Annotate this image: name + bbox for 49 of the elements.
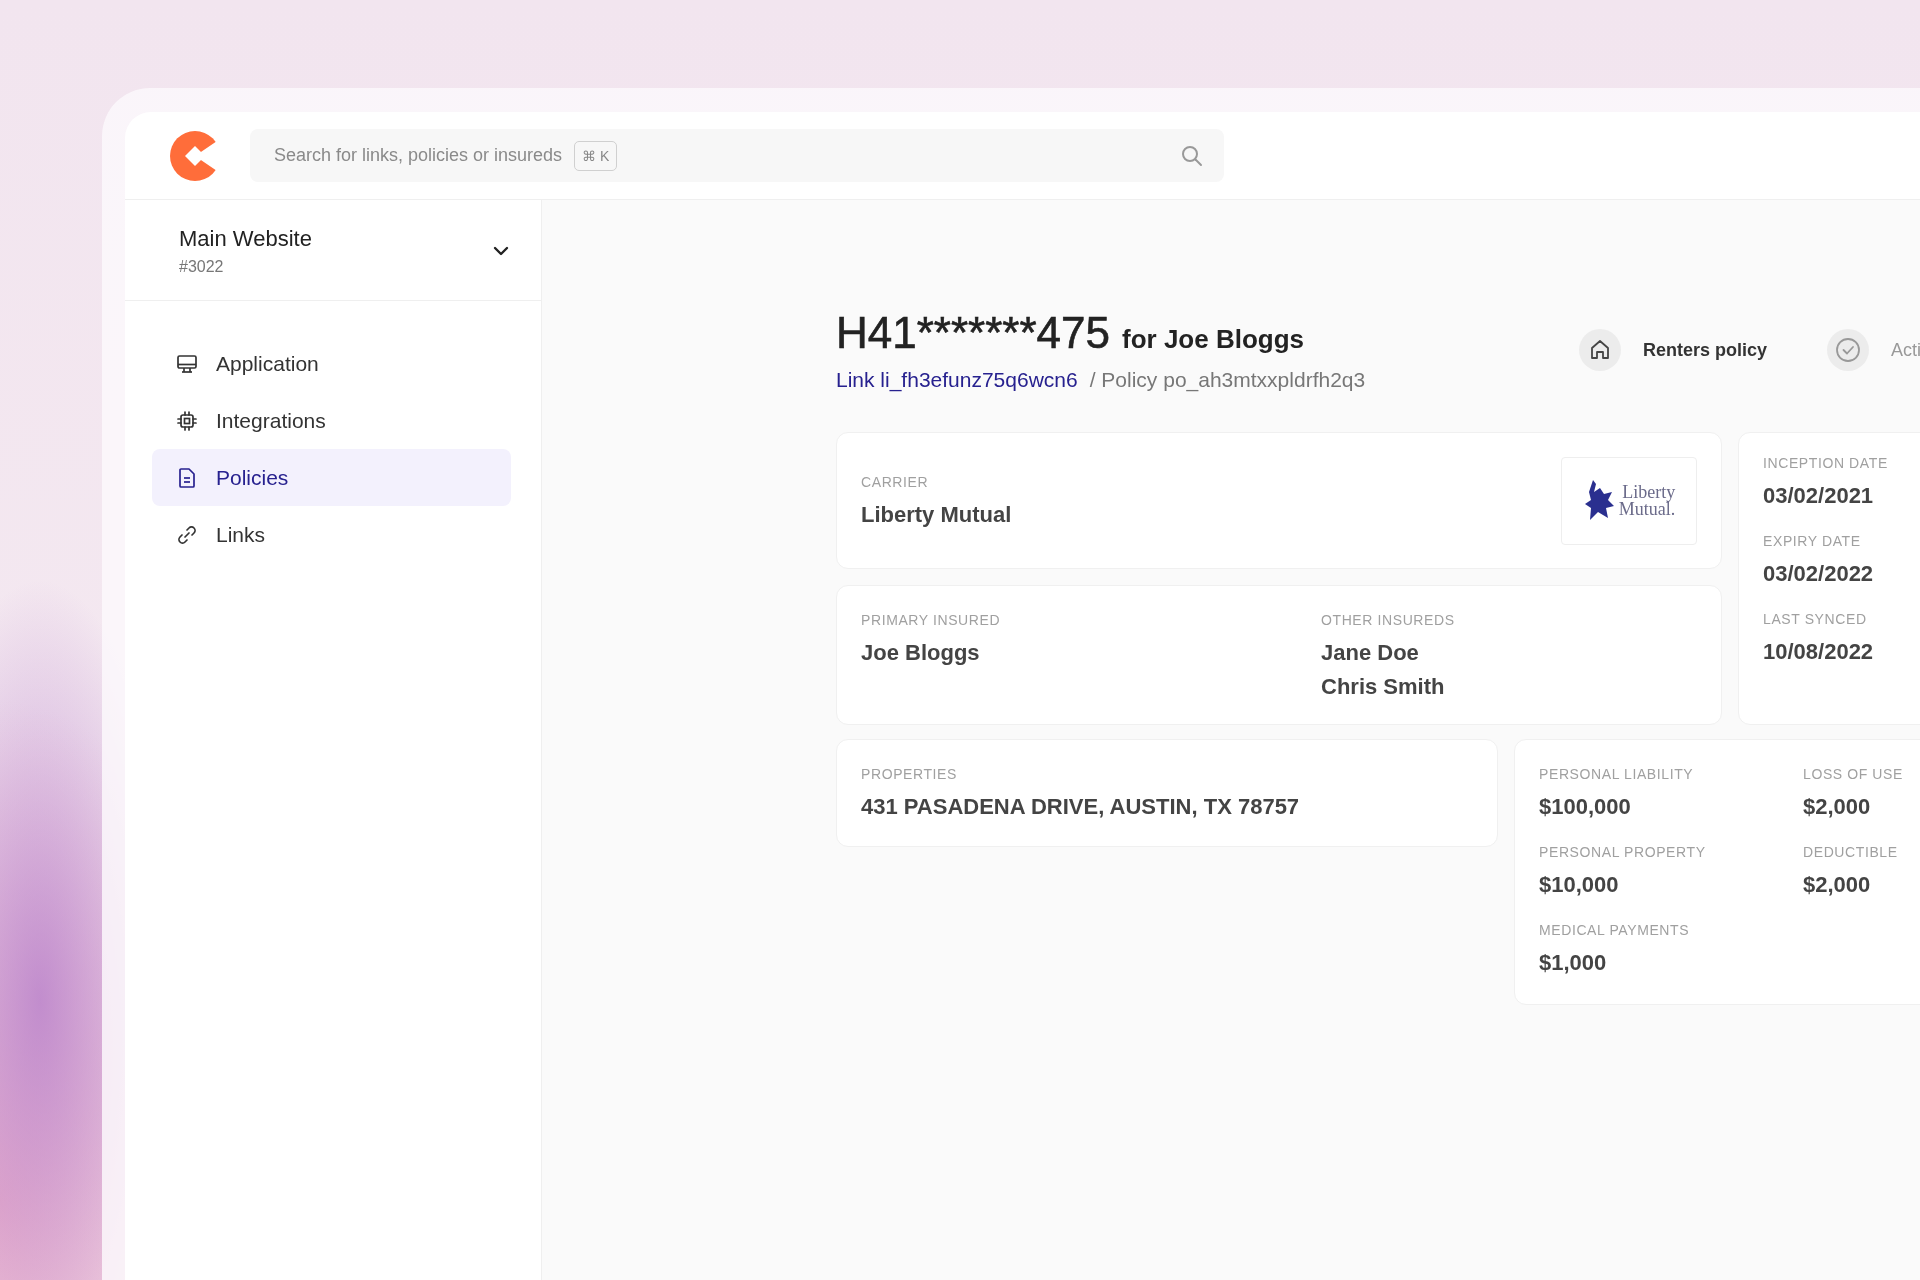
field-value: $2,000 bbox=[1803, 872, 1872, 898]
field-label: EXPIRY DATE bbox=[1763, 533, 1862, 549]
field-value: 03/02/2022 bbox=[1763, 561, 1875, 587]
field-label: PROPERTIES bbox=[861, 766, 958, 782]
search-field[interactable]: Search for links, policies or insureds bbox=[274, 145, 574, 166]
sidebar-item[interactable]: Integrations bbox=[152, 392, 511, 449]
field-value: $2,000 bbox=[1803, 794, 1872, 820]
check-circle-icon bbox=[1827, 329, 1870, 371]
sidebar-item[interactable]: Links bbox=[152, 506, 511, 563]
policy-number: H41*******475 bbox=[836, 308, 1110, 358]
field-value: 431 PASADENA DRIVE, AUSTIN, TX 78757 bbox=[861, 794, 1301, 820]
logo-icon bbox=[170, 130, 220, 181]
sidebar-item[interactable]: Policies bbox=[152, 449, 511, 506]
link-id[interactable]: Link li_fh3efunz75q6wcn6 bbox=[836, 368, 1078, 392]
field-value: $100,000 bbox=[1539, 794, 1632, 820]
shortcut-hint: ⌘ K bbox=[574, 140, 618, 171]
field-value: $10,000 bbox=[1539, 872, 1620, 898]
chip-icon bbox=[176, 409, 198, 432]
search-icon[interactable] bbox=[1180, 143, 1204, 168]
field-label: DEDUCTIBLE bbox=[1803, 844, 1899, 860]
house-icon bbox=[1579, 329, 1621, 371]
monitor-icon bbox=[176, 352, 198, 375]
policy-reference: / Policy po_ah3mtxxpldrfh2q3 bbox=[1089, 368, 1366, 392]
field-label: OTHER INSUREDS bbox=[1321, 612, 1455, 628]
field-label: MEDICAL PAYMENTS bbox=[1539, 922, 1691, 938]
document-icon bbox=[176, 466, 198, 489]
field-label: PRIMARY INSURED bbox=[861, 612, 1002, 628]
carrier-logo: Liberty Mutual. bbox=[1561, 456, 1697, 545]
badge-label: Renters policy bbox=[1643, 339, 1768, 361]
policy-holder: for Joe Bloggs bbox=[1122, 324, 1304, 355]
workspace-id: #3022 bbox=[179, 258, 225, 276]
field-value: 03/02/2021 bbox=[1763, 483, 1875, 509]
link-icon bbox=[176, 523, 198, 546]
badge-label: Acti bbox=[1891, 339, 1920, 361]
workspace-selector[interactable]: Main Website #3022 bbox=[125, 200, 541, 301]
workspace-name: Main Website bbox=[179, 226, 312, 252]
field-value: 10/08/2022 bbox=[1763, 639, 1875, 665]
field-value: Jane Doe bbox=[1321, 640, 1420, 666]
field-label: PERSONAL PROPERTY bbox=[1539, 844, 1707, 860]
field-label: LAST SYNCED bbox=[1763, 611, 1868, 627]
field-value: Liberty Mutual bbox=[861, 501, 1012, 528]
sidebar-item[interactable]: Application bbox=[152, 335, 511, 392]
field-value: Chris Smith bbox=[1321, 674, 1446, 700]
field-label: PERSONAL LIABILITY bbox=[1539, 766, 1695, 782]
field-value: Joe Bloggs bbox=[861, 640, 981, 666]
field-label: INCEPTION DATE bbox=[1763, 455, 1889, 471]
field-value: $1,000 bbox=[1539, 950, 1608, 976]
field-label: LOSS OF USE bbox=[1803, 766, 1904, 782]
field-label: CARRIER bbox=[861, 473, 930, 490]
